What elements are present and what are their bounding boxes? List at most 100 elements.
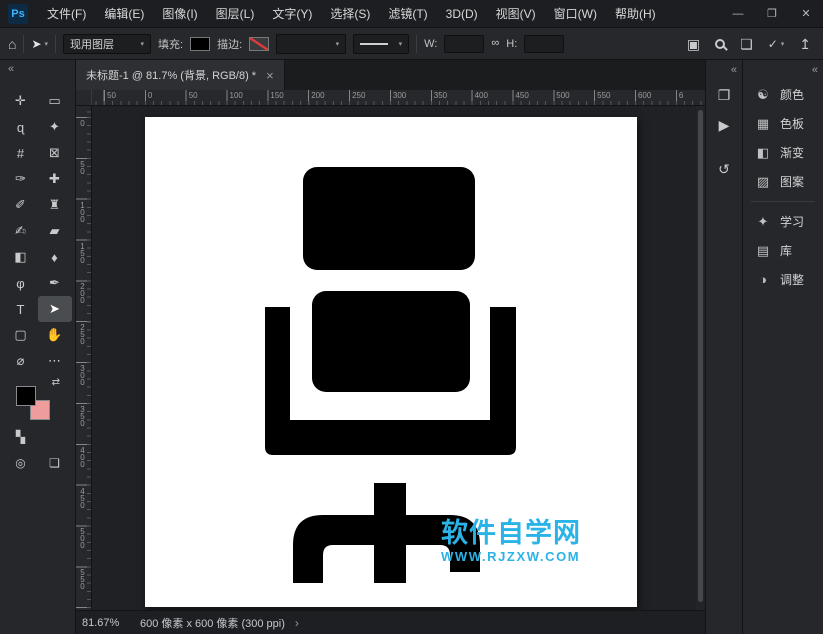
height-input[interactable]: [524, 35, 564, 53]
quick-mask-button[interactable]: ◎: [4, 450, 38, 476]
width-input[interactable]: [444, 35, 484, 53]
ruler-corner[interactable]: [76, 90, 92, 105]
path-operations-icon[interactable]: ▣: [687, 37, 700, 51]
status-bar: 81.67% 600 像素 x 600 像素 (300 ppi) ›: [76, 610, 705, 634]
stroke-style-select[interactable]: ▾: [353, 34, 409, 54]
fill-color-swatch[interactable]: [190, 37, 210, 51]
pen-tool[interactable]: ✒: [38, 270, 72, 296]
maximize-button[interactable]: ❐: [755, 0, 789, 28]
tool-icon: ▢: [14, 327, 26, 343]
menu-items: 文件(F) 编辑(E) 图像(I) 图层(L) 文字(Y) 选择(S) 滤镜(T…: [38, 0, 665, 28]
hand-tool[interactable]: ✋: [38, 322, 72, 348]
stroke-width-select[interactable]: ▾: [276, 34, 346, 54]
chevron-down-icon: ▾: [399, 40, 403, 48]
color-panel[interactable]: ☯ 颜色: [743, 80, 823, 109]
panel-item-label: 调整: [780, 271, 804, 288]
screen-mode-button[interactable]: ❏: [38, 450, 72, 476]
crop-tool[interactable]: #: [4, 140, 38, 166]
vertical-scrollbar[interactable]: [696, 106, 705, 610]
swap-colors-icon[interactable]: ⇄: [52, 377, 60, 388]
zoom-tool[interactable]: ⌀: [4, 348, 38, 374]
menu-item[interactable]: 窗口(W): [545, 0, 606, 28]
adjustments-panel[interactable]: ◑ 调整: [743, 265, 823, 294]
actions-panel-icon[interactable]: ▶: [706, 110, 742, 140]
collapse-panels-icon[interactable]: «: [812, 64, 818, 76]
document-tab[interactable]: 未标题-1 @ 81.7% (背景, RGB/8) * ×: [76, 60, 285, 90]
menu-item[interactable]: 帮助(H): [606, 0, 665, 28]
dodge-tool[interactable]: φ: [4, 270, 38, 296]
ruler-label: 200: [78, 280, 87, 321]
menu-item[interactable]: 图层(L): [207, 0, 264, 28]
menu-item[interactable]: 视图(V): [487, 0, 545, 28]
gradient-tool[interactable]: ◧: [4, 244, 38, 270]
ruler-label: 250: [349, 91, 390, 100]
current-tool-preset[interactable]: ➤ ▾: [31, 37, 48, 51]
close-icon[interactable]: ×: [266, 68, 274, 83]
rectangle-tool[interactable]: ▢: [4, 322, 38, 348]
learn-panel[interactable]: ✦ 学习: [743, 207, 823, 236]
menu-item[interactable]: 图像(I): [153, 0, 206, 28]
swatches-panel[interactable]: ▦ 色板: [743, 109, 823, 138]
properties-panel-icon[interactable]: ❐: [706, 80, 742, 110]
edit-toolbar-button[interactable]: ⋯: [38, 348, 72, 374]
blur-tool[interactable]: ♦: [38, 244, 72, 270]
tools-panel: « ✛ ▭ ɋ ✦ #: [0, 60, 76, 634]
height-label: H:: [506, 38, 517, 50]
libraries-panel[interactable]: ▤ 库: [743, 236, 823, 265]
watermark-line1: 软件自学网: [441, 519, 581, 547]
panel-icon-column: « ❐ ▶ ↺: [706, 60, 743, 634]
eyedropper-tool[interactable]: ✑: [4, 166, 38, 192]
patterns-panel[interactable]: ▨ 图案: [743, 167, 823, 196]
share-icon[interactable]: ↥: [799, 37, 811, 51]
collapse-tools-icon[interactable]: «: [0, 60, 75, 80]
path-selection-tool[interactable]: ➤: [38, 296, 72, 322]
menu-item[interactable]: 文字(Y): [263, 0, 321, 28]
move-tool[interactable]: ✛: [4, 88, 38, 114]
collapse-panels-icon[interactable]: «: [731, 64, 737, 76]
type-tool[interactable]: T: [4, 296, 38, 322]
commit-button[interactable]: ✓ ▾: [768, 37, 785, 51]
close-button[interactable]: ✕: [789, 0, 823, 28]
history-brush-tool[interactable]: ✍: [4, 218, 38, 244]
healing-brush-tool[interactable]: ✚: [38, 166, 72, 192]
canvas-viewport[interactable]: 软件自学网 WWW.RJZXW.COM: [92, 106, 705, 610]
workspace-icon[interactable]: ❏: [740, 37, 753, 51]
vertical-ruler[interactable]: 050100150200250300350400450500550600: [76, 106, 92, 610]
search-icon[interactable]: [715, 39, 725, 49]
horizontal-ruler[interactable]: 500501001502002503003504004505005506006: [92, 90, 705, 105]
lasso-tool[interactable]: ɋ: [4, 114, 38, 140]
document-canvas[interactable]: 软件自学网 WWW.RJZXW.COM: [145, 117, 637, 607]
brush-tool[interactable]: ✐: [4, 192, 38, 218]
menu-item[interactable]: 选择(S): [321, 0, 379, 28]
ruler-label: 50: [186, 91, 227, 100]
ruler-label: 6: [676, 91, 705, 100]
quick-selection-tool[interactable]: ✦: [38, 114, 72, 140]
stroke-color-swatch[interactable]: [249, 37, 269, 51]
ruler-label: 150: [78, 240, 87, 281]
clone-stamp-tool[interactable]: ♜: [38, 192, 72, 218]
tool-icon: ✒: [49, 275, 60, 291]
menu-item[interactable]: 3D(D): [437, 0, 487, 28]
foreground-color-swatch[interactable]: [16, 386, 36, 406]
menu-item[interactable]: 滤镜(T): [379, 0, 436, 28]
tool-icon: ➤: [49, 301, 60, 317]
tool-icon: ✚: [49, 171, 60, 187]
zoom-level-field[interactable]: 81.67%: [82, 617, 128, 629]
tool-icon: ▭: [48, 93, 60, 109]
eraser-tool[interactable]: ▰: [38, 218, 72, 244]
right-panel: « ❐ ▶ ↺ « ☯ 颜色: [705, 60, 823, 634]
scrollbar-thumb[interactable]: [698, 110, 703, 602]
gradients-panel[interactable]: ◧ 渐变: [743, 138, 823, 167]
home-icon[interactable]: ⌂: [8, 37, 16, 51]
ruler-label: 400: [78, 444, 87, 485]
minimize-button[interactable]: —: [721, 0, 755, 28]
link-dimensions-icon[interactable]: ∞: [491, 38, 499, 49]
frame-tool[interactable]: ⊠: [38, 140, 72, 166]
menu-item[interactable]: 文件(F): [38, 0, 95, 28]
history-panel-icon[interactable]: ↺: [706, 154, 742, 184]
tool-mode-select[interactable]: 现用图层 ▾: [63, 34, 151, 54]
default-colors-icon[interactable]: ▚: [4, 424, 38, 450]
rectangular-marquee-tool[interactable]: ▭: [38, 88, 72, 114]
menu-item[interactable]: 编辑(E): [95, 0, 153, 28]
status-expand-icon[interactable]: ›: [295, 616, 299, 630]
